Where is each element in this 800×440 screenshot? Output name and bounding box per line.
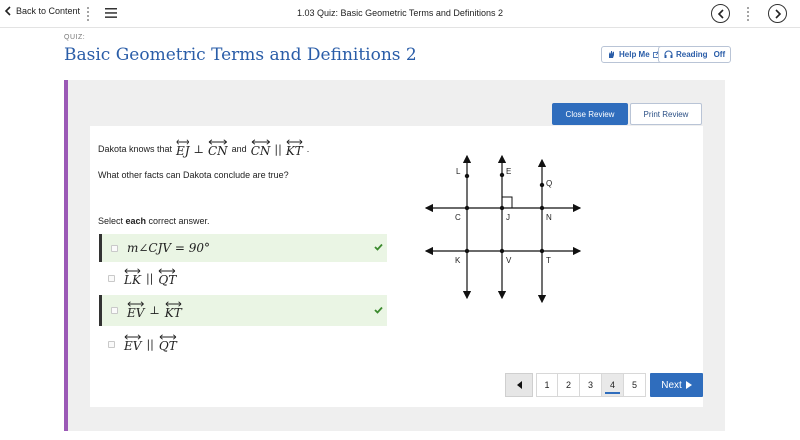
page-3-button[interactable]: 3 [580,373,602,397]
label-n: N [546,213,552,222]
answer-option-1[interactable]: m∠CJV = 90° [99,234,387,262]
point-l [464,173,470,179]
page-5-button[interactable]: 5 [624,373,646,397]
answer-checkbox[interactable] [111,307,118,314]
next-question-button[interactable]: Next [650,373,703,397]
double-arrow-icon [286,139,303,145]
page-4-button[interactable]: 4 [602,373,624,397]
label-j: J [506,213,510,222]
help-me-button[interactable]: Help Me [601,46,666,63]
geometry-diagram: L E Q C J N K V T [424,154,582,304]
answer-checkbox[interactable] [111,244,118,252]
close-review-button[interactable]: Close Review [552,103,628,125]
option-math: m∠CJV = 90° [127,241,211,255]
page-2-button[interactable]: 2 [558,373,580,397]
previous-page-button[interactable] [711,4,730,23]
double-arrow-icon [165,300,182,307]
parallel-symbol: || [274,142,282,156]
label-e: E [506,167,511,176]
headphones-icon [664,50,673,58]
top-bar: Back to Content 1.03 Quiz: Basic Geometr… [0,0,800,28]
reading-label: Reading [676,50,708,59]
and-word: and [231,144,247,154]
double-arrow-icon [127,300,144,307]
label-k: K [455,256,461,265]
chevron-left-icon [717,8,724,19]
line-cn: CN [251,139,270,158]
perpendicular-symbol: ⊥ [193,142,204,156]
double-arrow-icon [124,268,141,274]
caret-left-icon [516,381,522,389]
line-ej: EJ [176,139,190,158]
double-arrow-icon [208,139,227,145]
answer-checkbox[interactable] [108,340,115,348]
double-arrow-icon [124,334,141,340]
point-j [499,205,505,211]
line-kt: KT [165,300,182,320]
line-ev: EV [127,300,144,320]
double-arrow-icon [159,268,176,274]
point-n [539,205,545,211]
parallel-symbol: || [146,337,154,351]
window-title: 1.03 Quiz: Basic Geometric Terms and Def… [297,8,503,18]
next-label: Next [661,379,682,391]
perpendicular-symbol: ⊥ [149,304,160,317]
reading-state: Off [713,50,726,59]
more-vertical-icon[interactable] [746,6,750,22]
double-arrow-icon [159,334,177,340]
help-me-label: Help Me [619,50,650,59]
parallel-symbol: || [145,271,154,285]
checkmark-icon [374,306,383,314]
print-review-button[interactable]: Print Review [630,103,702,125]
checkmark-icon [374,243,383,251]
caret-right-icon [685,381,692,389]
answer-instruction: Select each correct answer. [98,216,210,226]
line-qt: QT [158,268,176,287]
label-q: Q [546,179,552,188]
label-v: V [506,256,512,265]
question-prompt: What other facts can Dakota conclude are… [98,170,289,180]
chevron-right-icon [774,8,781,19]
point-e [499,172,505,178]
answer-option-2[interactable]: LK || QT [99,264,387,292]
point-q [539,182,545,188]
pager-previous-button[interactable] [505,373,533,397]
answer-option-4[interactable]: EV || QT [99,330,387,358]
answer-checkbox[interactable] [108,274,115,282]
label-t: T [546,256,551,265]
reading-toggle[interactable]: Reading Off [658,46,732,63]
quiz-label: QUIZ: [64,34,86,41]
double-arrow-icon [176,139,190,145]
pagination: 1 2 3 4 5 Next [505,373,703,397]
label-c: C [455,213,461,222]
line-qt: QT [159,334,177,353]
period: . [306,144,310,154]
point-t [539,248,545,254]
question-prefix: Dakota knows that [98,144,173,154]
answer-option-3[interactable]: EV ⊥ KT [99,295,387,326]
line-cn: CN [208,139,228,158]
hand-icon [609,51,614,58]
point-k [464,248,470,254]
line-kt: KT [286,139,303,158]
page-title: Basic Geometric Terms and Definitions 2 [64,45,417,65]
double-arrow-icon [251,139,270,145]
right-angle-mark [502,196,513,208]
point-c [464,205,470,211]
next-page-button[interactable] [768,4,787,23]
page-1-button[interactable]: 1 [536,373,558,397]
label-l: L [456,167,461,176]
line-ev: EV [124,334,141,353]
point-v [499,248,505,254]
line-lk: LK [124,268,141,287]
question-statement: Dakota knows that EJ ⊥ CN and CN || KT . [98,139,310,158]
